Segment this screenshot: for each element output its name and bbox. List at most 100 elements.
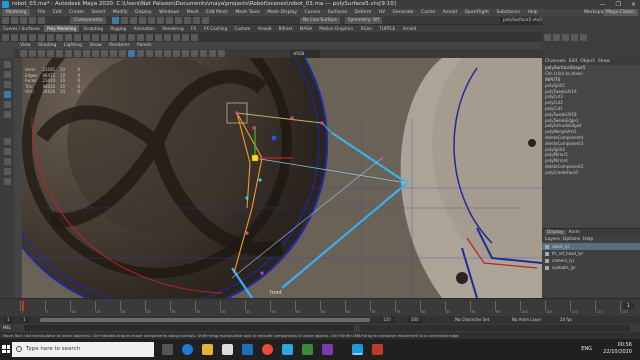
visibility-icon[interactable]	[545, 265, 549, 270]
poly-cube-icon[interactable]	[11, 33, 18, 41]
channel-box-tab-object[interactable]: Object	[580, 59, 595, 64]
menu-deform[interactable]: Deform	[355, 9, 372, 16]
viewport-menu-view[interactable]: View	[20, 42, 31, 49]
select-by-face-icon[interactable]	[130, 17, 137, 24]
time-slider[interactable]: 1 5 10 15 20 25 30 35 40 45 50 55 60 65 70 75 80 85 90 95 10…	[0, 298, 640, 316]
layer-menu-options[interactable]: Options	[563, 237, 580, 242]
lights-icon[interactable]	[146, 50, 153, 57]
viewport-scene[interactable]: front	[22, 58, 542, 298]
multi-cut-icon[interactable]	[146, 33, 153, 41]
xray-icon[interactable]	[200, 50, 207, 57]
four-view-layout-icon[interactable]	[3, 148, 11, 155]
menu-generate[interactable]: Generate	[393, 9, 414, 16]
layer-row[interactable]: eyeballs_lyr	[542, 264, 640, 271]
select-camera-icon[interactable]	[20, 50, 27, 57]
menu-surfaces[interactable]: Surfaces	[328, 9, 348, 16]
target-weld-icon[interactable]	[155, 33, 162, 41]
shelf-tab-fx[interactable]: FX	[188, 25, 199, 32]
workspace-menu-selector[interactable]: Modeling	[2, 9, 31, 16]
menu-edit[interactable]: Edit	[53, 9, 62, 16]
command-line[interactable]: MEL	[0, 324, 640, 332]
gate-mask-icon[interactable]	[83, 50, 90, 57]
channel-box-tab-show[interactable]: Show	[598, 59, 610, 64]
app-icon[interactable]	[322, 344, 333, 355]
move-manip-z-handle[interactable]	[271, 135, 277, 141]
command-language-label[interactable]: MEL	[3, 325, 11, 330]
open-scene-icon[interactable]	[11, 17, 18, 24]
visibility-icon[interactable]	[545, 258, 549, 263]
safe-action-icon[interactable]	[101, 50, 108, 57]
outliner-layout-icon[interactable]	[3, 168, 11, 175]
menu-display[interactable]: Display	[135, 9, 152, 16]
spreadsheet-icon[interactable]	[302, 344, 313, 355]
minimize-button[interactable]: —	[600, 0, 606, 9]
paint-select-tool-icon[interactable]	[3, 81, 11, 88]
menu-mesh-tools[interactable]: Mesh Tools	[235, 9, 259, 16]
current-frame-field[interactable]: 1	[622, 303, 634, 309]
mirror-icon[interactable]	[110, 33, 117, 41]
system-clock[interactable]: 00:56 22/10/2020	[603, 342, 632, 356]
photoshop-icon[interactable]	[282, 344, 293, 355]
viewport-menu-renderer[interactable]: Renderer	[109, 42, 130, 49]
menu-curves[interactable]: Curves	[305, 9, 321, 16]
anim-layer-dropdown[interactable]: No Anim Layer	[512, 317, 541, 323]
select-by-edge-icon[interactable]	[121, 17, 128, 24]
edge-browser-icon[interactable]	[182, 344, 193, 355]
snap-curve-icon[interactable]	[157, 17, 164, 24]
boolean-icon[interactable]	[101, 33, 108, 41]
camera-attributes-icon[interactable]	[29, 50, 36, 57]
shelf-tab-motion-graphics[interactable]: Motion Graphics	[316, 25, 356, 32]
layer-row[interactable]: camera_lyr	[542, 257, 640, 264]
wireframe-on-shaded-icon[interactable]	[128, 50, 135, 57]
live-surface-dropdown[interactable]: No Live Surface	[300, 17, 340, 24]
lasso-tool-icon[interactable]	[3, 71, 11, 78]
snap-grid-icon[interactable]	[148, 17, 155, 24]
range-slider-bar[interactable]	[40, 318, 370, 322]
attribute-editor-icon[interactable]	[562, 34, 569, 41]
taskbar-search-box[interactable]: Type here to search	[12, 342, 154, 357]
save-scene-icon[interactable]	[20, 17, 27, 24]
menu-cache[interactable]: Cache	[421, 9, 435, 16]
store-icon[interactable]	[222, 344, 233, 355]
shelf-tab-bifrost[interactable]: Bifrost	[276, 25, 296, 32]
selection-mode-dropdown[interactable]: Components	[70, 17, 107, 24]
grid-icon[interactable]	[56, 50, 63, 57]
shelf-tab-arnold[interactable]: Arnold	[255, 25, 275, 32]
poly-torus-icon[interactable]	[38, 33, 45, 41]
poly-cone-icon[interactable]	[29, 33, 36, 41]
viewport-menu-lighting[interactable]: Lighting	[64, 42, 82, 49]
range-start-inner-field[interactable]: 1	[20, 317, 29, 323]
undo-icon[interactable]	[29, 17, 36, 24]
layer-row[interactable]: robot_lyr	[542, 243, 640, 250]
insert-edge-loop-icon[interactable]	[173, 33, 180, 41]
viewport-menu-panels[interactable]: Panels	[137, 42, 151, 49]
side-by-side-layout-icon[interactable]	[3, 158, 11, 165]
close-button[interactable]: ✕	[631, 0, 636, 9]
shadows-icon[interactable]	[155, 50, 162, 57]
symmetry-dropdown[interactable]: Symmetry: Off	[345, 17, 383, 24]
shelf-tab-sculpting[interactable]: Sculpting	[80, 25, 106, 32]
visibility-icon[interactable]	[545, 244, 549, 249]
shelf-tab-curves-surfaces[interactable]: Curves / Surfaces	[0, 25, 43, 32]
range-end-field[interactable]: 120	[380, 317, 394, 323]
menu-openflight[interactable]: OpenFlight	[464, 9, 489, 16]
ambient-occlusion-icon[interactable]	[164, 50, 171, 57]
poly-plane-icon[interactable]	[47, 33, 54, 41]
shelf-tab-rendering[interactable]: Rendering	[159, 25, 186, 32]
shelf-tab-xgen[interactable]: XGen	[358, 25, 375, 32]
chrome-icon[interactable]	[262, 344, 273, 355]
menu-mesh[interactable]: Mesh	[187, 9, 199, 16]
input-node[interactable]: polyCreateFace1	[542, 170, 640, 176]
combine-icon[interactable]	[74, 33, 81, 41]
film-gate-icon[interactable]	[65, 50, 72, 57]
rotate-tool-icon[interactable]	[3, 101, 11, 108]
channel-box-toggle-icon[interactable]	[580, 34, 587, 41]
redo-icon[interactable]	[38, 17, 45, 24]
platonic-solid-icon[interactable]	[65, 33, 72, 41]
layer-tab-display[interactable]: Display	[545, 230, 566, 235]
windows-start-icon[interactable]	[2, 345, 10, 353]
select-by-uv-icon[interactable]	[139, 17, 146, 24]
smooth-icon[interactable]	[92, 33, 99, 41]
input-language[interactable]: ENG	[581, 346, 592, 352]
field-chart-icon[interactable]	[92, 50, 99, 57]
